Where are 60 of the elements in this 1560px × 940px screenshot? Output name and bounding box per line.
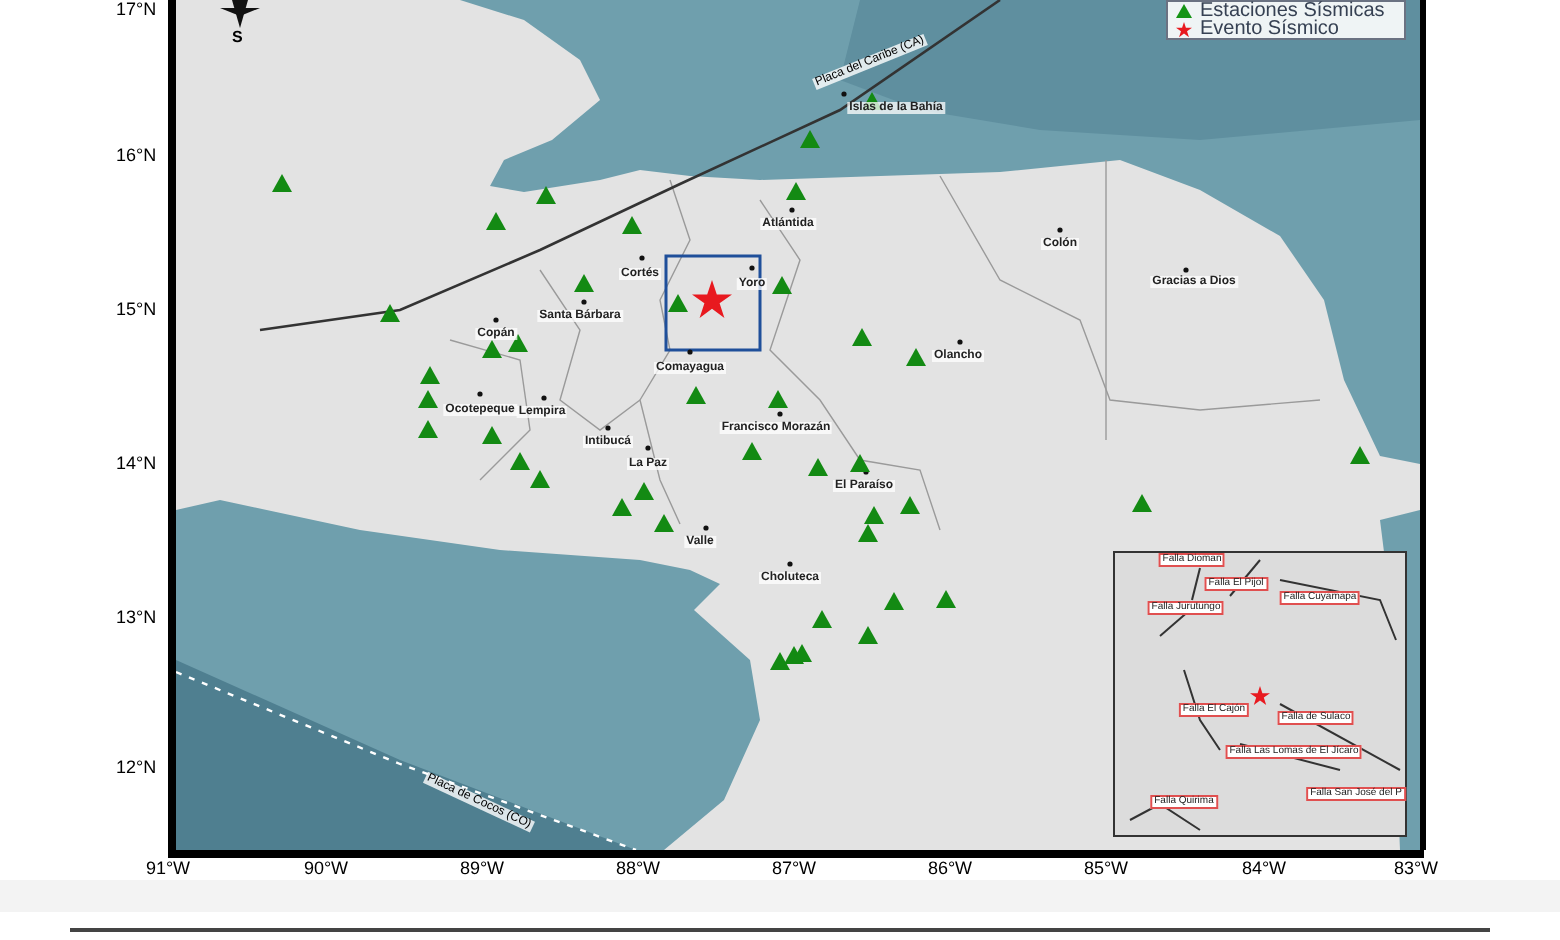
latitude-label: 15°N (116, 301, 157, 319)
station-triangle-icon (622, 216, 642, 234)
station-triangle-icon (800, 130, 820, 148)
town-dot-icon (645, 445, 651, 451)
station-triangle-icon (786, 182, 806, 200)
longitude-label: 89°W (459, 860, 505, 878)
epicenter-star-icon (1250, 686, 1270, 705)
town-dot-icon (789, 207, 795, 213)
station-triangle-icon (574, 274, 594, 292)
town-dot-icon (1183, 267, 1189, 273)
town-dot-icon (639, 255, 645, 261)
station-triangle-icon (380, 304, 400, 322)
town-dot-icon (687, 349, 693, 355)
station-triangle-icon (272, 174, 292, 192)
town-dot-icon (787, 561, 793, 567)
longitude-label: 88°W (615, 860, 661, 878)
station-triangle-icon (936, 590, 956, 608)
latitude-label: 17°N (116, 1, 157, 19)
station-triangle-icon (1132, 494, 1152, 512)
station-triangle-icon (686, 386, 706, 404)
town-dot-icon (605, 425, 611, 431)
town-dot-icon (777, 411, 783, 417)
station-triangle-icon (808, 458, 828, 476)
town-dot-icon (749, 265, 755, 271)
station-triangle-icon (852, 328, 872, 346)
longitude-label: 85°W (1083, 860, 1129, 878)
station-triangle-icon (906, 348, 926, 366)
latitude-label: 13°N (116, 609, 157, 627)
town-dot-icon (841, 91, 847, 97)
longitude-label: 86°W (927, 860, 973, 878)
legend-label: Evento Sísmico (1200, 20, 1339, 38)
town-dot-icon (957, 339, 963, 345)
town-dot-icon (541, 395, 547, 401)
latitude-label: 16°N (116, 147, 157, 165)
station-triangle-icon (486, 212, 506, 230)
town-dot-icon (1057, 227, 1063, 233)
station-triangle-icon (742, 442, 762, 460)
legend-label: Estaciones Sísmicas (1200, 2, 1385, 20)
latitude-label: 12°N (116, 759, 157, 777)
station-triangle-icon (1350, 446, 1370, 464)
station-triangle-icon (668, 294, 688, 312)
epicenter-star-icon (692, 280, 732, 318)
longitude-label: 84°W (1241, 860, 1287, 878)
town-dot-icon (581, 299, 587, 305)
longitude-label: 83°W (1393, 860, 1439, 878)
latitude-label: 14°N (116, 455, 157, 473)
longitude-label: 87°W (771, 860, 817, 878)
station-triangle-icon (536, 186, 556, 204)
town-dot-icon (493, 317, 499, 323)
town-dot-icon (703, 525, 709, 531)
north-arrow-icon (220, 0, 260, 28)
compass-label: S (232, 30, 243, 46)
station-triangle-icon (850, 454, 870, 472)
star-icon (1176, 21, 1192, 37)
longitude-label: 90°W (303, 860, 349, 878)
station-triangle-icon (768, 390, 788, 408)
triangle-icon (1176, 4, 1192, 18)
station-triangle-icon (772, 276, 792, 294)
longitude-label: 91°W (145, 860, 191, 878)
town-dot-icon (477, 391, 483, 397)
